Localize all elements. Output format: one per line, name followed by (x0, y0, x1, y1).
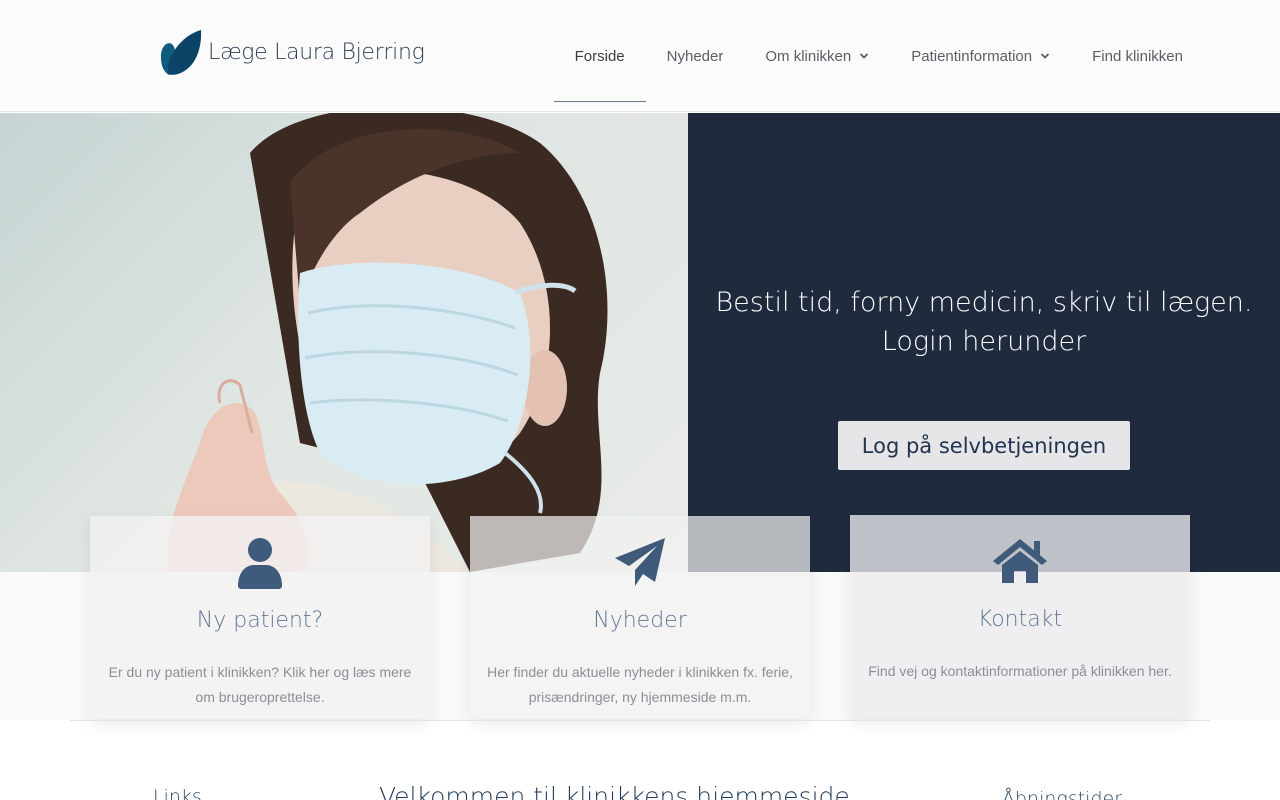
card-title: Kontakt (977, 607, 1063, 632)
hero-login-panel: Bestil tid, forny medicin, skriv til læg… (688, 113, 1280, 572)
nav-item-find-klinikken[interactable]: Find klinikken (1071, 0, 1204, 112)
links-heading: Links (153, 786, 202, 800)
hero-headline-line1: Bestil tid, forny medicin, skriv til læg… (715, 287, 1253, 318)
card-title: Ny patient? (196, 608, 324, 633)
hero-headline-line2: Login herunder (881, 326, 1087, 357)
card-text: Er du ny patient i klinikken? Klik her o… (108, 664, 412, 705)
hero-headline: Bestil tid, forny medicin, skriv til læg… (688, 283, 1280, 361)
nav-label: Patientinformation (911, 47, 1033, 65)
card-text: Her finder du aktuelle nyheder i klinikk… (487, 664, 793, 705)
main-nav: Forside Nyheder Om klinikken Patientinfo… (553, 0, 1204, 112)
card-title: Nyheder (593, 608, 687, 633)
hero-section: Bestil tid, forny medicin, skriv til læg… (0, 113, 1280, 572)
chevron-down-icon (1040, 53, 1050, 59)
opening-hours-heading: Åbningstider (1002, 788, 1123, 800)
card-contact[interactable]: Kontakt Find vej og kontaktinformationer… (850, 515, 1190, 718)
chevron-down-icon (860, 53, 869, 59)
nav-item-om-klinikken[interactable]: Om klinikken (744, 0, 890, 112)
section-divider (70, 720, 1210, 721)
leaf-logo-icon (160, 30, 202, 75)
nav-label: Find klinikken (1092, 47, 1183, 65)
hero-photo (0, 113, 688, 572)
card-text: Find vej og kontaktinformationer på klin… (868, 663, 1172, 679)
nav-item-forside[interactable]: Forside (553, 0, 646, 112)
user-icon (238, 538, 282, 589)
login-button[interactable]: Log på selvbetjeningen (838, 421, 1130, 470)
card-new-patient[interactable]: Ny patient? Er du ny patient i klinikken… (90, 516, 430, 719)
home-icon (993, 539, 1047, 583)
nav-label: Om klinikken (765, 47, 852, 65)
paper-plane-icon (615, 538, 665, 586)
nav-item-patientinformation[interactable]: Patientinformation (890, 0, 1071, 112)
site-header: Læge Laura Bjerring Forside Nyheder Om k… (0, 0, 1280, 112)
card-news[interactable]: Nyheder Her finder du aktuelle nyheder i… (470, 516, 810, 719)
nav-item-nyheder[interactable]: Nyheder (646, 0, 745, 112)
nav-label: Nyheder (666, 47, 724, 65)
welcome-heading: Velkommen til klinikkens hjemmeside (379, 782, 850, 800)
logo-text: Læge Laura Bjerring (208, 39, 425, 65)
woman-with-face-mask-photo (120, 113, 608, 572)
nav-label: Forside (574, 47, 625, 65)
footer-preview: Links Velkommen til klinikkens hjemmesid… (0, 782, 1280, 800)
site-logo[interactable]: Læge Laura Bjerring (158, 28, 425, 76)
